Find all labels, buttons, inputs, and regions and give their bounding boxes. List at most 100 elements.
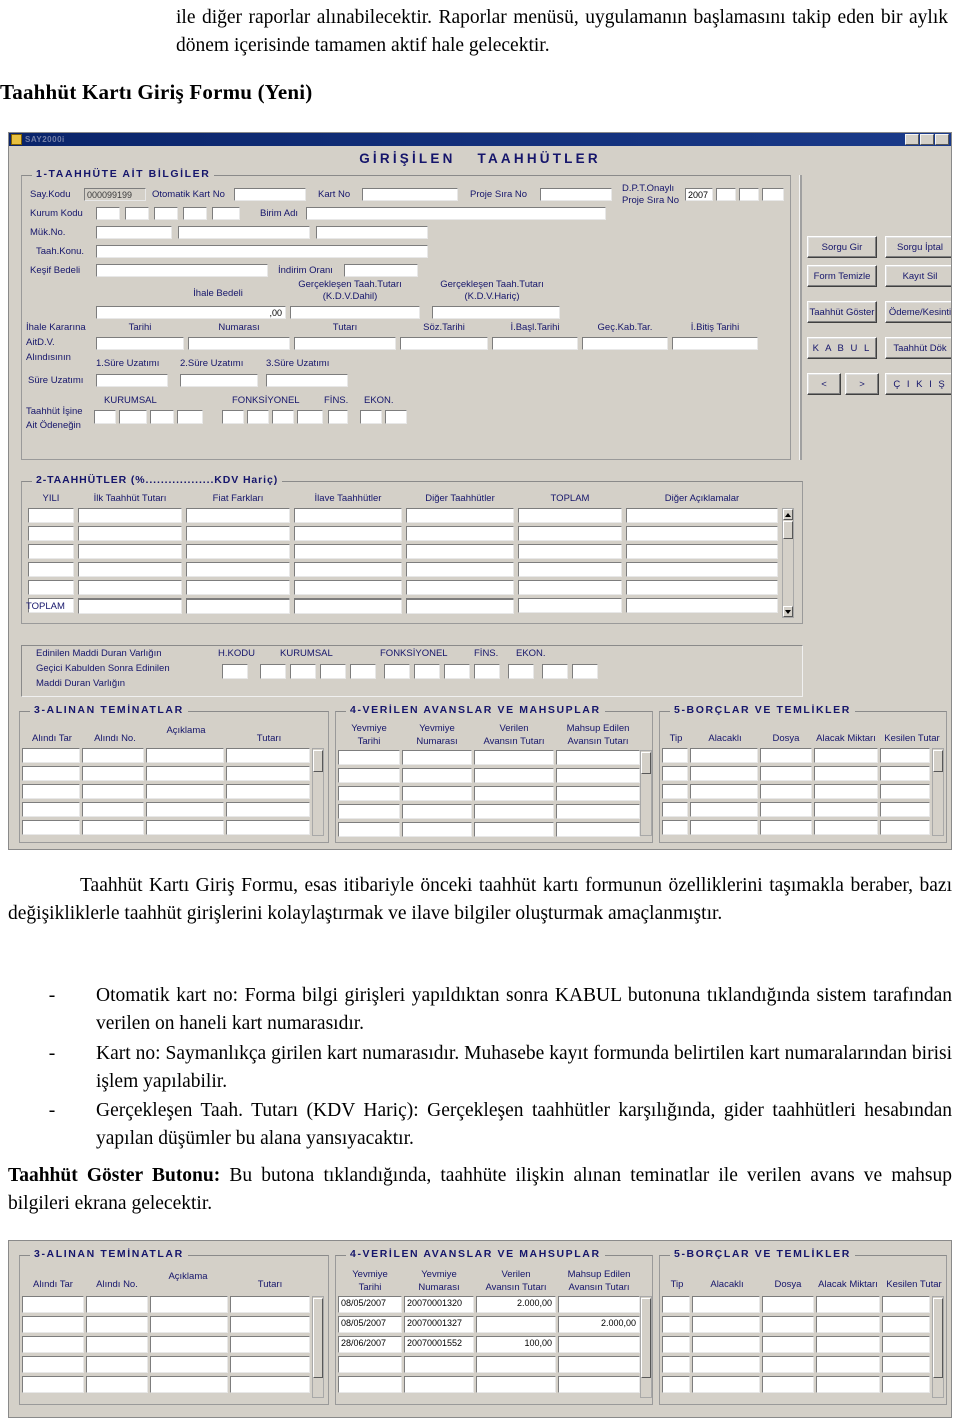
avanslar-cell[interactable] — [558, 1336, 640, 1353]
odeme-kesinti-button[interactable]: Ödeme/Kesinti — [885, 301, 951, 323]
borclar-cell[interactable] — [880, 802, 930, 817]
borclar-cell[interactable] — [882, 1356, 930, 1373]
field-mdv-ekon-2[interactable] — [572, 664, 598, 679]
borclar-cell[interactable] — [816, 1296, 880, 1313]
avanslar-cell[interactable] — [558, 1356, 640, 1373]
borclar-cell[interactable] — [690, 802, 758, 817]
avanslar-cell[interactable] — [556, 822, 640, 837]
field-muk-no-2[interactable] — [178, 226, 310, 239]
next-record-button[interactable]: > — [845, 373, 879, 395]
teminatlar-cell[interactable] — [82, 766, 144, 781]
borclar-cell[interactable] — [760, 802, 812, 817]
avanslar-cell[interactable] — [476, 1356, 556, 1373]
avanslar-cell[interactable] — [338, 1356, 402, 1373]
borclar-cell[interactable] — [662, 784, 688, 799]
taahhutler-cell[interactable] — [28, 508, 74, 523]
taahhutler-cell[interactable] — [294, 562, 402, 577]
borclar-cell[interactable] — [662, 766, 688, 781]
taahhutler-cell[interactable] — [186, 562, 290, 577]
field-odenek-fonksiyonel-3[interactable] — [272, 410, 294, 424]
field-muk-no-3[interactable] — [316, 226, 428, 239]
borclar-cell[interactable] — [760, 784, 812, 799]
field-ibasl-tarihi[interactable] — [492, 337, 578, 350]
field-mdv-kurumsal-4[interactable] — [350, 664, 376, 679]
field-muk-no-1[interactable] — [96, 226, 172, 239]
borclar-cell[interactable] — [692, 1376, 760, 1393]
taahhutler-cell[interactable] — [186, 544, 290, 559]
avanslar-cell[interactable]: 2.000,00 — [476, 1296, 556, 1313]
field-ibitis-tarihi[interactable] — [672, 337, 758, 350]
scrollbar-thumb[interactable] — [313, 750, 323, 772]
teminatlar-cell[interactable] — [82, 802, 144, 817]
field-gerceklesen-kdv-dahil[interactable] — [290, 306, 420, 319]
teminatlar-cell[interactable] — [146, 784, 224, 799]
teminatlar-cell[interactable] — [226, 802, 310, 817]
borclar-cell[interactable] — [816, 1316, 880, 1333]
field-kurum-kodu-2[interactable] — [125, 207, 149, 220]
borclar-scrollbar-bottom[interactable] — [932, 1296, 944, 1398]
taahhutler-cell[interactable] — [406, 544, 514, 559]
borclar-cell[interactable] — [814, 748, 878, 763]
field-birim-adi[interactable] — [306, 207, 606, 220]
field-odenek-fonksiyonel-2[interactable] — [247, 410, 269, 424]
avanslar-cell[interactable]: 08/05/2007 — [338, 1296, 402, 1313]
borclar-cell[interactable] — [692, 1316, 760, 1333]
avanslar-cell[interactable] — [402, 804, 472, 819]
field-odenek-ekon-1[interactable] — [360, 410, 382, 424]
borclar-cell[interactable] — [814, 820, 878, 835]
avanslar-cell[interactable] — [556, 750, 640, 765]
cikis-button[interactable]: Ç I K I Ş — [885, 373, 951, 395]
avanslar-cell[interactable] — [338, 768, 400, 783]
kayit-sil-button[interactable]: Kayıt Sil — [885, 265, 951, 287]
field-dpt-2[interactable] — [716, 188, 736, 201]
field-taah-konu[interactable] — [96, 245, 428, 258]
borclar-cell[interactable] — [880, 748, 930, 763]
taahhutler-cell[interactable] — [626, 598, 778, 613]
teminatlar-scrollbar-bottom[interactable] — [312, 1296, 324, 1398]
field-kurum-kodu-3[interactable] — [154, 207, 178, 220]
prev-record-button[interactable]: < — [807, 373, 841, 395]
scrollbar-thumb[interactable] — [933, 1298, 943, 1378]
borclar-cell[interactable] — [760, 766, 812, 781]
borclar-cell[interactable] — [760, 820, 812, 835]
field-sure-uzatimi-1[interactable] — [96, 374, 168, 387]
taahhutler-cell[interactable] — [186, 508, 290, 523]
taahhutler-cell[interactable] — [626, 580, 778, 595]
borclar-cell[interactable] — [880, 820, 930, 835]
field-mdv-fins[interactable] — [508, 664, 534, 679]
borclar-cell[interactable] — [662, 1356, 690, 1373]
close-icon[interactable] — [935, 134, 949, 145]
avanslar-cell[interactable] — [474, 786, 554, 801]
teminatlar-cell[interactable] — [22, 1316, 84, 1333]
teminatlar-cell[interactable] — [226, 748, 310, 763]
borclar-cell[interactable] — [762, 1356, 814, 1373]
field-mdv-kurumsal-2[interactable] — [290, 664, 316, 679]
field-dpt-3[interactable] — [739, 188, 759, 201]
teminatlar-cell[interactable] — [82, 748, 144, 763]
teminatlar-cell[interactable] — [86, 1356, 148, 1373]
taahhutler-cell[interactable] — [78, 544, 182, 559]
avanslar-cell[interactable] — [474, 804, 554, 819]
avanslar-cell[interactable]: 20070001327 — [404, 1316, 474, 1333]
taahhutler-cell[interactable] — [626, 562, 778, 577]
avanslar-cell[interactable] — [558, 1296, 640, 1313]
taahhutler-cell[interactable] — [78, 526, 182, 541]
avanslar-cell[interactable] — [402, 786, 472, 801]
avanslar-cell[interactable] — [338, 822, 400, 837]
field-mdv-kurumsal-1[interactable] — [260, 664, 286, 679]
teminatlar-cell[interactable] — [22, 802, 80, 817]
borclar-cell[interactable] — [662, 802, 688, 817]
teminatlar-cell[interactable] — [86, 1296, 148, 1313]
borclar-cell[interactable] — [816, 1376, 880, 1393]
borclar-cell[interactable] — [692, 1356, 760, 1373]
field-odenek-fonksiyonel-4[interactable] — [297, 410, 323, 424]
borclar-cell[interactable] — [760, 748, 812, 763]
teminatlar-cell[interactable] — [82, 820, 144, 835]
field-ihale-bedeli[interactable]: ,00 — [96, 306, 286, 319]
teminatlar-cell[interactable] — [22, 1296, 84, 1313]
borclar-cell[interactable] — [762, 1376, 814, 1393]
teminatlar-cell[interactable] — [226, 820, 310, 835]
field-mdv-ekon-1[interactable] — [542, 664, 568, 679]
borclar-cell[interactable] — [692, 1336, 760, 1353]
teminatlar-cell[interactable] — [150, 1296, 228, 1313]
